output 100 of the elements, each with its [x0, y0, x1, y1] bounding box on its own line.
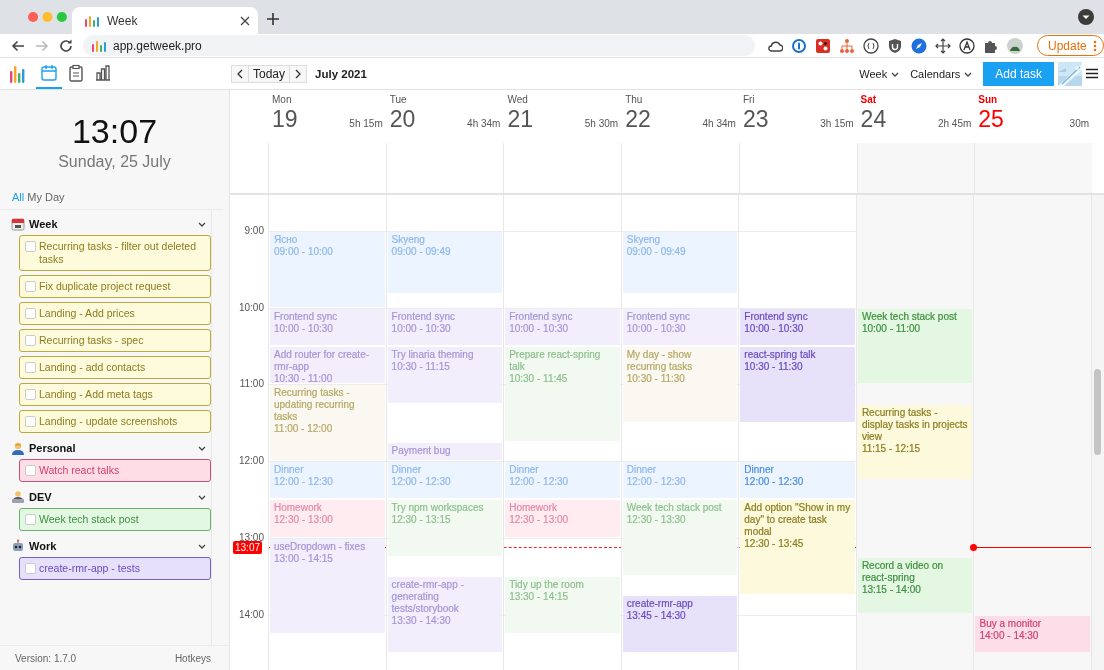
- day-number[interactable]: 20: [389, 105, 416, 133]
- checkbox[interactable]: [25, 563, 36, 574]
- event-card[interactable]: react-spring talk 10:30 - 11:30: [740, 347, 855, 422]
- event-card[interactable]: useDropdown - fixes 13:00 - 14:15: [270, 538, 385, 633]
- previous-button[interactable]: [231, 64, 249, 83]
- checkbox[interactable]: [25, 308, 36, 319]
- checkbox[interactable]: [25, 389, 36, 400]
- day-number[interactable]: 23: [742, 105, 769, 133]
- day-number[interactable]: 21: [507, 105, 534, 133]
- keyhole-icon[interactable]: [791, 37, 807, 54]
- event-card[interactable]: Dinner 12:00 - 12:30: [270, 462, 385, 499]
- event-title: Dinner: [744, 464, 775, 477]
- event-card[interactable]: Frontend sync 10:00 - 10:30: [270, 308, 385, 346]
- event-card[interactable]: Try linaria theming 10:30 - 11:15: [387, 347, 503, 403]
- day-column[interactable]: Week tech stack post 10:00 - 11:00 Recurring tasks - display tasks in projects view 11:15 - 12:15 Record a video on react-spring 13:15 - 14:00: [855, 195, 974, 670]
- all-day-cell[interactable]: [974, 143, 1093, 193]
- grid-square-icon[interactable]: [815, 37, 831, 54]
- day-column[interactable]: [385, 195, 504, 670]
- browser-tab[interactable]: Week: [72, 7, 258, 34]
- checkbox[interactable]: [25, 416, 36, 427]
- checkbox[interactable]: [25, 362, 36, 373]
- event-card[interactable]: Homework 12:30 - 13:00: [505, 500, 620, 537]
- event-card[interactable]: Week tech stack post 12:30 - 13:30: [622, 500, 738, 576]
- checkbox[interactable]: [25, 281, 36, 292]
- event-card[interactable]: create-rmr-app 13:45 - 14:30: [622, 596, 738, 652]
- task-item[interactable]: Fix duplicate project request: [19, 275, 211, 298]
- view-dropdown[interactable]: Week: [859, 67, 901, 80]
- event-card[interactable]: Week tech stack post 10:00 - 11:00: [857, 308, 973, 384]
- event-card[interactable]: create-rmr-app - generating tests/storybook 13:30 - 14:30: [387, 577, 503, 652]
- calendars-dropdown[interactable]: Calendars: [910, 67, 974, 80]
- task-item[interactable]: Landing - add contacts: [19, 356, 211, 379]
- event-card[interactable]: Frontend sync 10:00 - 10:30: [622, 308, 738, 346]
- avatar-icon[interactable]: [1007, 37, 1023, 54]
- task-item[interactable]: Landing - Add meta tags: [19, 383, 211, 406]
- event-card[interactable]: Recurring tasks - updating recurring tasks 11:00 - 12:00: [270, 385, 385, 461]
- checkbox[interactable]: [25, 335, 36, 346]
- checkbox[interactable]: [25, 465, 36, 476]
- task-item[interactable]: Recurring tasks - spec: [19, 329, 211, 352]
- day-column[interactable]: [268, 195, 386, 670]
- day-number[interactable]: 25: [978, 105, 1004, 133]
- address-field[interactable]: app.getweek.pro: [83, 35, 755, 56]
- network-icon[interactable]: [839, 37, 855, 54]
- today-button[interactable]: Today: [249, 64, 290, 83]
- hotkeys-link[interactable]: Hotkeys: [174, 652, 211, 664]
- task-item[interactable]: Recurring tasks - filter out deleted tasks: [19, 235, 211, 271]
- event-time: 10:00 - 11:00: [861, 322, 922, 335]
- task-item[interactable]: Landing - Add prices: [19, 302, 211, 325]
- reload-icon[interactable]: [58, 37, 74, 54]
- task-item[interactable]: Watch react talks: [19, 459, 211, 482]
- hour-label: 11:00: [239, 378, 264, 391]
- event-card[interactable]: Frontend sync 10:00 - 10:30: [740, 308, 855, 346]
- close-icon[interactable]: [240, 15, 250, 26]
- caret-circle-icon[interactable]: [959, 37, 975, 54]
- next-button[interactable]: [289, 64, 308, 83]
- event-card[interactable]: Dinner 12:00 - 12:30: [740, 462, 855, 499]
- bracket-circle-icon[interactable]: [863, 37, 879, 54]
- event-card[interactable]: Buy a monitor 14:00 - 14:30: [975, 615, 1091, 652]
- task-item[interactable]: Landing - update screenshots: [19, 410, 211, 433]
- event-card[interactable]: Recurring tasks - display tasks in projects view 11:15 - 12:15: [857, 404, 973, 480]
- day-column[interactable]: Frontend sync 10:00 - 10:30 Prepare react-spring talk 10:30 - 11:45 Dinner 12:00 - 12:30 Homework 12:30 - 13:00 Tidy up the room 13:30 - 14:15: [503, 195, 621, 670]
- event-card[interactable]: Payment bug: [387, 442, 503, 461]
- event-card[interactable]: Ясно 09:00 - 10:00: [270, 232, 385, 307]
- day-number[interactable]: 24: [860, 105, 887, 133]
- day-number[interactable]: 19: [272, 105, 298, 133]
- event-card[interactable]: Dinner 12:00 - 12:30: [505, 462, 620, 499]
- event-card[interactable]: Add option "Show in my day" to create task modal 12:30 - 13:45: [740, 500, 855, 595]
- event-card[interactable]: Homework 12:30 - 13:00: [270, 500, 385, 537]
- event-card[interactable]: Record a video on react-spring 13:15 - 14:00: [857, 557, 973, 614]
- event-card[interactable]: Tidy up the room 13:30 - 14:15: [505, 577, 620, 633]
- shield-icon[interactable]: [887, 37, 903, 54]
- event-card[interactable]: Try npm workspaces 12:30 - 13:15: [387, 500, 503, 556]
- group-title: DEV: [29, 491, 53, 503]
- all-day-cell[interactable]: [856, 143, 975, 193]
- event-card[interactable]: My day - show recurring tasks 10:30 - 11:30: [622, 347, 738, 422]
- favicon-icon: [84, 13, 100, 28]
- scrollbar-thumb[interactable]: [1094, 369, 1101, 455]
- event-card[interactable]: Add router for create-rmr-app 10:30 - 11:00: [270, 347, 385, 384]
- event-card[interactable]: Skyeng 09:00 - 09:49: [622, 232, 738, 293]
- event-card[interactable]: Frontend sync 10:00 - 10:30: [505, 308, 620, 346]
- task-item[interactable]: create-rmr-app - tests: [19, 557, 211, 580]
- event-card[interactable]: Prepare react-spring talk 10:30 - 11:45: [505, 347, 620, 441]
- day-column[interactable]: Buy a monitor 14:00 - 14:30: [973, 195, 1092, 670]
- filter-tab[interactable]: All: [12, 191, 25, 203]
- filter-tab[interactable]: My Day: [27, 191, 65, 203]
- event-card[interactable]: Dinner 12:00 - 12:30: [387, 462, 503, 499]
- day-column[interactable]: Frontend sync 10:00 - 10:30 react-spring talk 10:30 - 11:30 Dinner 12:00 - 12:30 Add option "Show in my day" to create task modal 12:30 - 13:45: [738, 195, 856, 670]
- update-button[interactable]: Update: [1037, 35, 1104, 56]
- add-task-button[interactable]: Add task: [983, 61, 1054, 86]
- new-tab-icon[interactable]: [266, 11, 280, 26]
- day-column[interactable]: Skyeng 09:00 - 09:49 Frontend sync 10:00 - 10:30 My day - show recurring tasks 10:30 - 11:30 Dinner 12:00 - 12:30 Week tech stack post 12:30 - 13:30 create-rmr-app 13:45 - 14:30: [620, 195, 739, 670]
- compass-icon[interactable]: [911, 37, 927, 54]
- menu-icon[interactable]: [1086, 68, 1098, 79]
- checkbox[interactable]: [25, 241, 36, 252]
- task-item[interactable]: Week tech stack post: [19, 508, 211, 531]
- event-card[interactable]: Frontend sync 10:00 - 10:30: [387, 308, 503, 346]
- logo-icon[interactable]: [9, 64, 25, 83]
- tab-search-icon[interactable]: [1078, 9, 1094, 25]
- day-number[interactable]: 22: [625, 105, 651, 133]
- checkbox[interactable]: [25, 514, 36, 525]
- move-icon[interactable]: [935, 37, 951, 54]
